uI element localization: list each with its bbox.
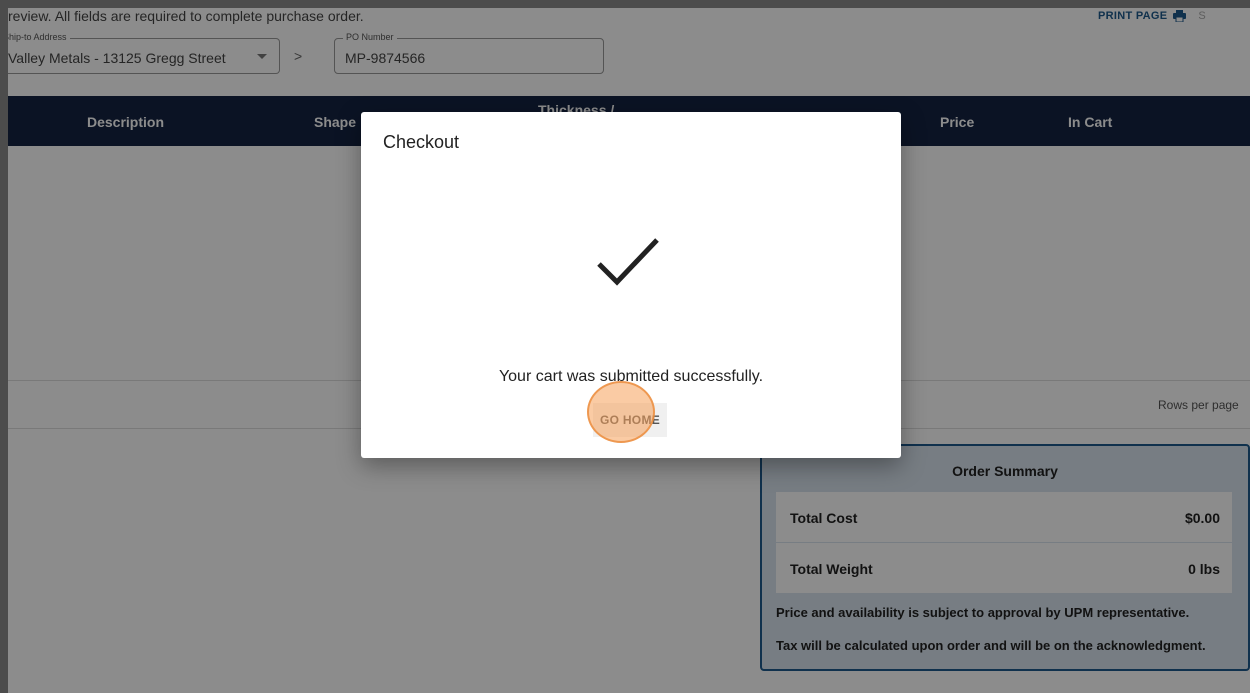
click-indicator <box>587 381 655 443</box>
dialog-title: Checkout <box>383 132 460 152</box>
checkmark-icon <box>597 238 659 286</box>
